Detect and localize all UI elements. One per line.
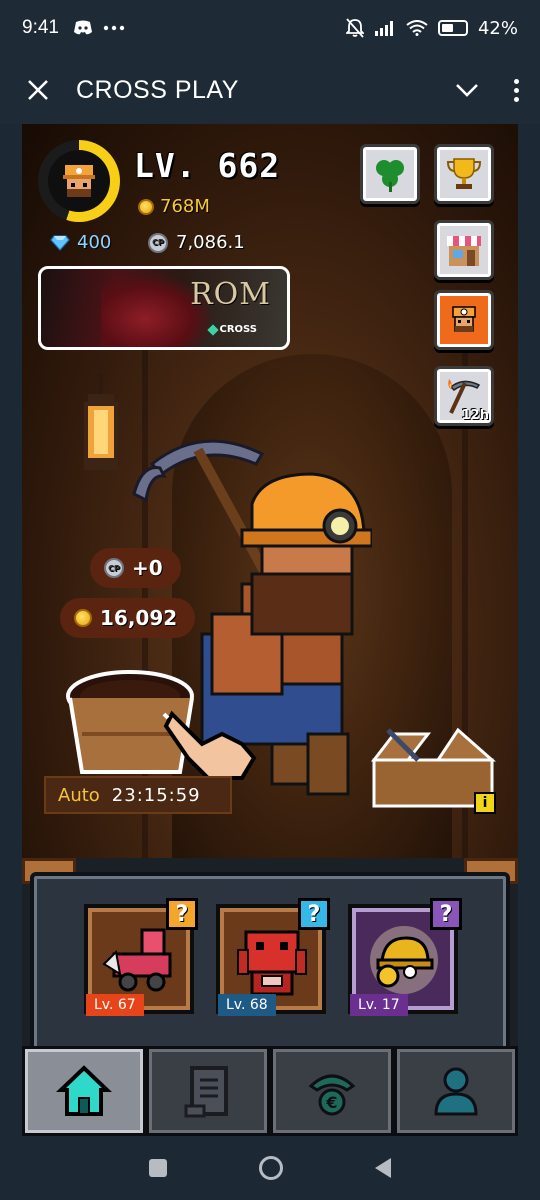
clover-button[interactable] bbox=[360, 144, 420, 204]
gold-counter: 768M bbox=[138, 196, 210, 217]
game-view[interactable]: LV. 662 768M 400 CP 7,086.1 ROM CROSS 12… bbox=[22, 124, 518, 1136]
close-icon bbox=[28, 80, 48, 100]
app-title: CROSS PLAY bbox=[76, 75, 239, 104]
battery-fill bbox=[441, 24, 453, 32]
svg-text:€: € bbox=[325, 1093, 337, 1112]
slot-question-badge[interactable]: ? bbox=[430, 898, 462, 930]
slot-level: Lv. 17 bbox=[350, 994, 408, 1016]
home-button[interactable] bbox=[259, 1156, 283, 1180]
cross-logo-icon bbox=[206, 323, 219, 336]
money-bag-icon: € bbox=[308, 1074, 356, 1116]
bell-off-icon bbox=[345, 18, 364, 38]
pickaxe-boost-timer: 12h bbox=[461, 408, 489, 423]
nav-quests[interactable] bbox=[146, 1046, 270, 1136]
slot-level: Lv. 68 bbox=[218, 994, 276, 1016]
equipment-slot-robot[interactable]: Lv. 68 ? bbox=[216, 898, 330, 1016]
game-bottom-nav: € bbox=[22, 1046, 518, 1136]
nav-home[interactable] bbox=[22, 1046, 146, 1136]
nav-shop[interactable]: € bbox=[270, 1046, 394, 1136]
equipment-slot-helmet[interactable]: Lv. 17 ? bbox=[348, 898, 462, 1016]
cp-amount: 7,086.1 bbox=[176, 232, 245, 253]
cp-token-icon: CP bbox=[104, 558, 124, 578]
trophy-button[interactable] bbox=[434, 144, 494, 204]
miner-head-icon bbox=[452, 306, 476, 332]
equipment-slot-minecart[interactable]: Lv. 67 ? bbox=[84, 898, 198, 1016]
clover-icon bbox=[376, 160, 404, 192]
tap-hand-icon bbox=[162, 710, 257, 780]
back-button[interactable] bbox=[375, 1158, 391, 1178]
slot-question-badge[interactable]: ? bbox=[298, 898, 330, 930]
app-bar: CROSS PLAY bbox=[0, 56, 540, 124]
rom-ad-banner[interactable]: ROM CROSS bbox=[38, 266, 290, 350]
status-time: 9:41 bbox=[22, 17, 59, 38]
gold-gain-pill: 16,092 bbox=[60, 598, 196, 638]
gold-amount: 768M bbox=[160, 196, 210, 217]
gold-gain-value: 16,092 bbox=[100, 606, 178, 630]
home-icon bbox=[56, 1065, 112, 1116]
nav-profile[interactable] bbox=[394, 1046, 518, 1136]
trophy-icon bbox=[446, 158, 482, 189]
close-button[interactable] bbox=[0, 74, 76, 106]
wifi-icon bbox=[406, 20, 428, 36]
player-level: LV. 662 bbox=[134, 146, 281, 185]
slot-question-badge[interactable]: ? bbox=[166, 898, 198, 930]
coin-icon bbox=[74, 609, 92, 627]
banner-title: ROM bbox=[190, 277, 271, 312]
auto-countdown: 23:15:59 bbox=[111, 784, 201, 806]
coin-icon bbox=[138, 198, 154, 215]
auto-label: Auto bbox=[58, 784, 100, 806]
auto-mine-timer[interactable]: Auto 23:15:59 bbox=[44, 776, 232, 814]
more-menu-button[interactable] bbox=[492, 78, 540, 102]
diamond-icon bbox=[50, 234, 70, 251]
system-nav-bar bbox=[0, 1136, 540, 1200]
chevron-down-icon bbox=[456, 84, 478, 97]
gem-amount: 400 bbox=[77, 232, 112, 253]
miner-face-icon bbox=[63, 165, 95, 197]
banner-brand: CROSS bbox=[206, 323, 257, 336]
cp-token-icon: CP bbox=[148, 232, 168, 253]
cp-gain-value: +0 bbox=[132, 556, 163, 580]
signal-icon bbox=[374, 21, 393, 36]
cp-counter[interactable]: CP 7,086.1 bbox=[148, 232, 245, 253]
discord-icon bbox=[73, 20, 92, 35]
cp-gain-pill: CP +0 bbox=[90, 548, 181, 588]
player-avatar[interactable] bbox=[38, 140, 120, 222]
gem-counter[interactable]: 400 bbox=[50, 232, 111, 253]
slot-level: Lv. 67 bbox=[86, 994, 144, 1016]
more-notifications-icon bbox=[103, 25, 125, 31]
shop-icon bbox=[447, 236, 481, 266]
recents-button[interactable] bbox=[149, 1159, 167, 1177]
shop-button[interactable] bbox=[434, 220, 494, 280]
scroll-icon bbox=[184, 1066, 228, 1118]
battery-icon bbox=[437, 20, 468, 36]
status-bar: 9:41 42% bbox=[0, 0, 540, 56]
collapse-button[interactable] bbox=[442, 83, 492, 97]
pickaxe-boost-button[interactable]: 12h bbox=[434, 366, 494, 426]
character-button[interactable] bbox=[434, 290, 494, 350]
toolbox-info-badge[interactable]: i bbox=[474, 792, 496, 814]
battery-percent: 42% bbox=[477, 17, 518, 39]
user-icon bbox=[434, 1067, 478, 1116]
